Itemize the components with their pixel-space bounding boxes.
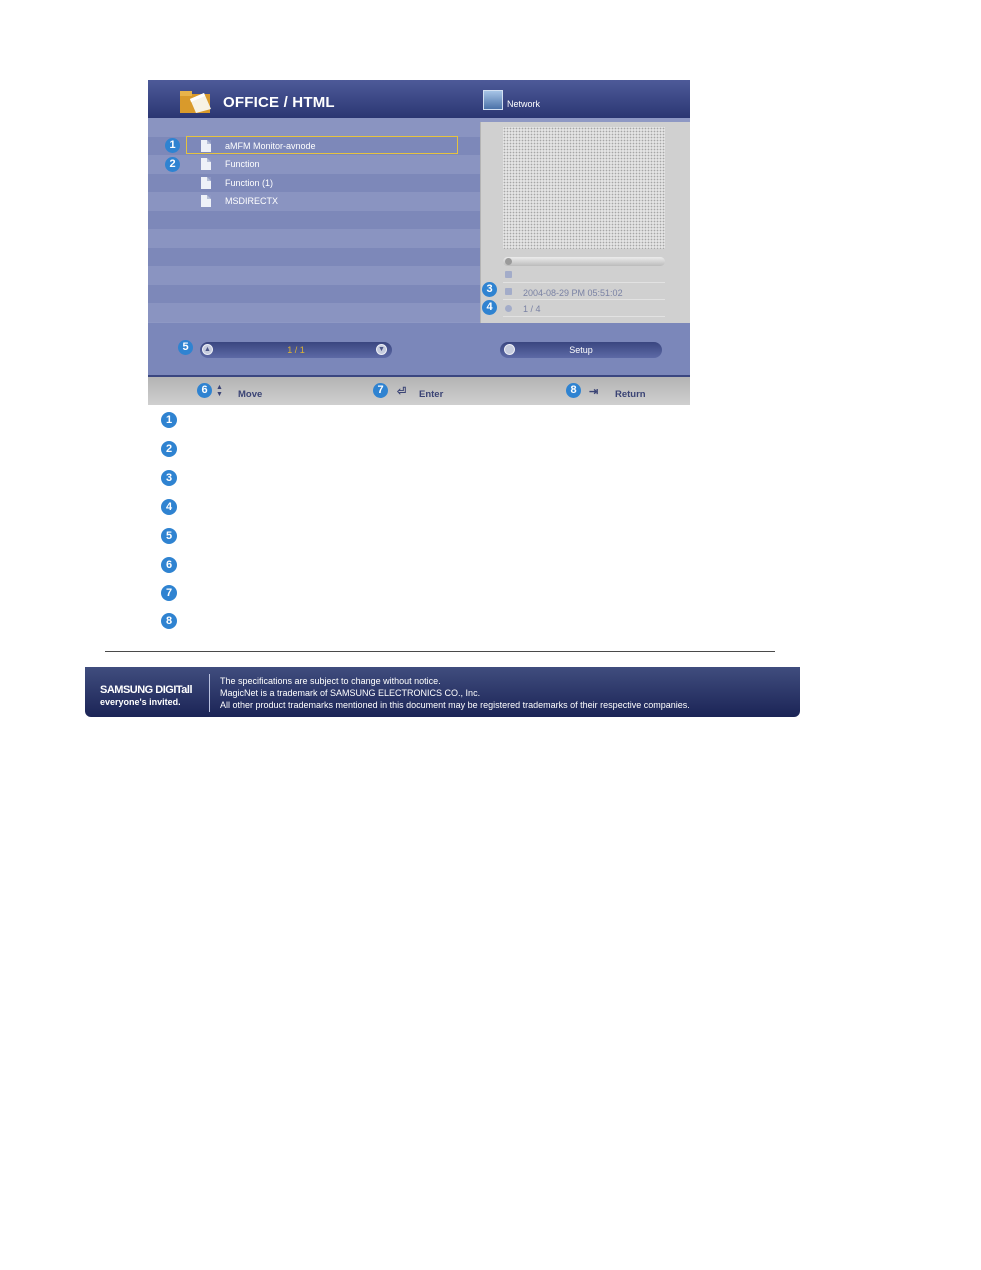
divider bbox=[503, 282, 665, 283]
banner-divider bbox=[209, 674, 210, 712]
callout-badge: 2 bbox=[165, 157, 180, 172]
page-icon bbox=[505, 305, 512, 312]
file-list-item[interactable]: aMFM Monitor-avnode bbox=[148, 136, 480, 156]
callout-badge: 8 bbox=[566, 383, 581, 398]
preview-panel: 2004-08-29 PM 05:51:02 1 / 4 bbox=[480, 122, 690, 323]
up-down-arrow-icon: ▲ ▼ bbox=[216, 384, 223, 398]
file-name: Function bbox=[225, 159, 260, 169]
list-stripe bbox=[148, 229, 480, 248]
legend-badge: 4 bbox=[161, 499, 177, 515]
notice-line: MagicNet is a trademark of SAMSUNG ELECT… bbox=[220, 688, 481, 698]
callout-badge: 3 bbox=[482, 282, 497, 297]
footer-banner: SAMSUNG DIGITall everyone's invited. The… bbox=[85, 667, 800, 717]
file-list-item[interactable]: Function (1) bbox=[148, 174, 480, 193]
legend-badge: 6 bbox=[161, 557, 177, 573]
samsung-logo: SAMSUNG DIGITall bbox=[100, 684, 193, 696]
legend-badge: 1 bbox=[161, 412, 177, 428]
file-name: Function (1) bbox=[225, 177, 274, 188]
callout-badge: 6 bbox=[197, 383, 212, 398]
logo-tagline: everyone's invited. bbox=[100, 697, 181, 707]
document-icon bbox=[201, 139, 211, 152]
preview-page-count: 1 / 4 bbox=[523, 304, 541, 314]
page-indicator: 1 / 1 bbox=[287, 345, 305, 355]
divider bbox=[503, 299, 665, 300]
callout-badge: 5 bbox=[178, 340, 193, 355]
list-stripe bbox=[148, 118, 480, 137]
return-label: Return bbox=[615, 389, 646, 400]
enter-label: Enter bbox=[419, 389, 444, 400]
legend-badge: 3 bbox=[161, 470, 177, 486]
document-icon bbox=[201, 195, 211, 207]
page-title: OFFICE / HTML bbox=[223, 94, 335, 111]
notice-line: All other product trademarks mentioned i… bbox=[220, 700, 690, 710]
document-icon bbox=[201, 176, 211, 189]
office-html-screen: OFFICE / HTML Network aMFM Monitor-avnod… bbox=[148, 80, 690, 405]
list-stripe bbox=[148, 247, 480, 266]
legend-badge: 7 bbox=[161, 585, 177, 601]
callout-badge: 1 bbox=[165, 138, 180, 153]
legend-badge: 8 bbox=[161, 613, 177, 629]
preview-thumbnail bbox=[503, 127, 665, 249]
folder-icon bbox=[180, 91, 211, 113]
file-list: aMFM Monitor-avnode Function Function (1… bbox=[148, 118, 480, 323]
legend-badge: 5 bbox=[161, 528, 177, 544]
file-info-icon bbox=[505, 271, 512, 278]
list-stripe bbox=[148, 266, 480, 285]
horizontal-rule bbox=[105, 651, 775, 652]
file-name: aMFM Monitor-avnode bbox=[225, 140, 316, 151]
control-band: ▲ 1 / 1 ▼ Setup bbox=[148, 323, 690, 375]
network-label[interactable]: Network bbox=[507, 99, 540, 109]
callout-badge: 7 bbox=[373, 383, 388, 398]
document-icon bbox=[201, 158, 211, 170]
divider bbox=[503, 316, 665, 317]
move-label: Move bbox=[238, 389, 263, 400]
return-icon: ⇥ bbox=[589, 386, 599, 398]
play-icon[interactable] bbox=[505, 258, 512, 265]
legend-badge: 2 bbox=[161, 441, 177, 457]
preview-date: 2004-08-29 PM 05:51:02 bbox=[523, 288, 623, 298]
date-icon bbox=[505, 288, 512, 295]
file-name: MSDIRECTX bbox=[225, 196, 279, 206]
network-icon[interactable] bbox=[483, 90, 503, 110]
list-stripe bbox=[148, 303, 480, 322]
enter-icon: ⏎ bbox=[397, 386, 407, 398]
setup-label[interactable]: Setup bbox=[500, 345, 662, 355]
page-down-button[interactable]: ▼ bbox=[376, 344, 387, 355]
callout-badge: 4 bbox=[482, 300, 497, 315]
list-stripe bbox=[148, 284, 480, 303]
notice-line: The specifications are subject to change… bbox=[220, 676, 441, 686]
preview-progress-bar[interactable] bbox=[503, 257, 665, 266]
file-list-item[interactable]: MSDIRECTX bbox=[148, 192, 480, 211]
key-guide-bar: ▲ ▼ Move ⏎ Enter ⇥ Return bbox=[148, 375, 690, 405]
list-stripe bbox=[148, 210, 480, 229]
file-list-item[interactable]: Function bbox=[148, 155, 480, 174]
screen-header: OFFICE / HTML Network bbox=[148, 80, 690, 118]
